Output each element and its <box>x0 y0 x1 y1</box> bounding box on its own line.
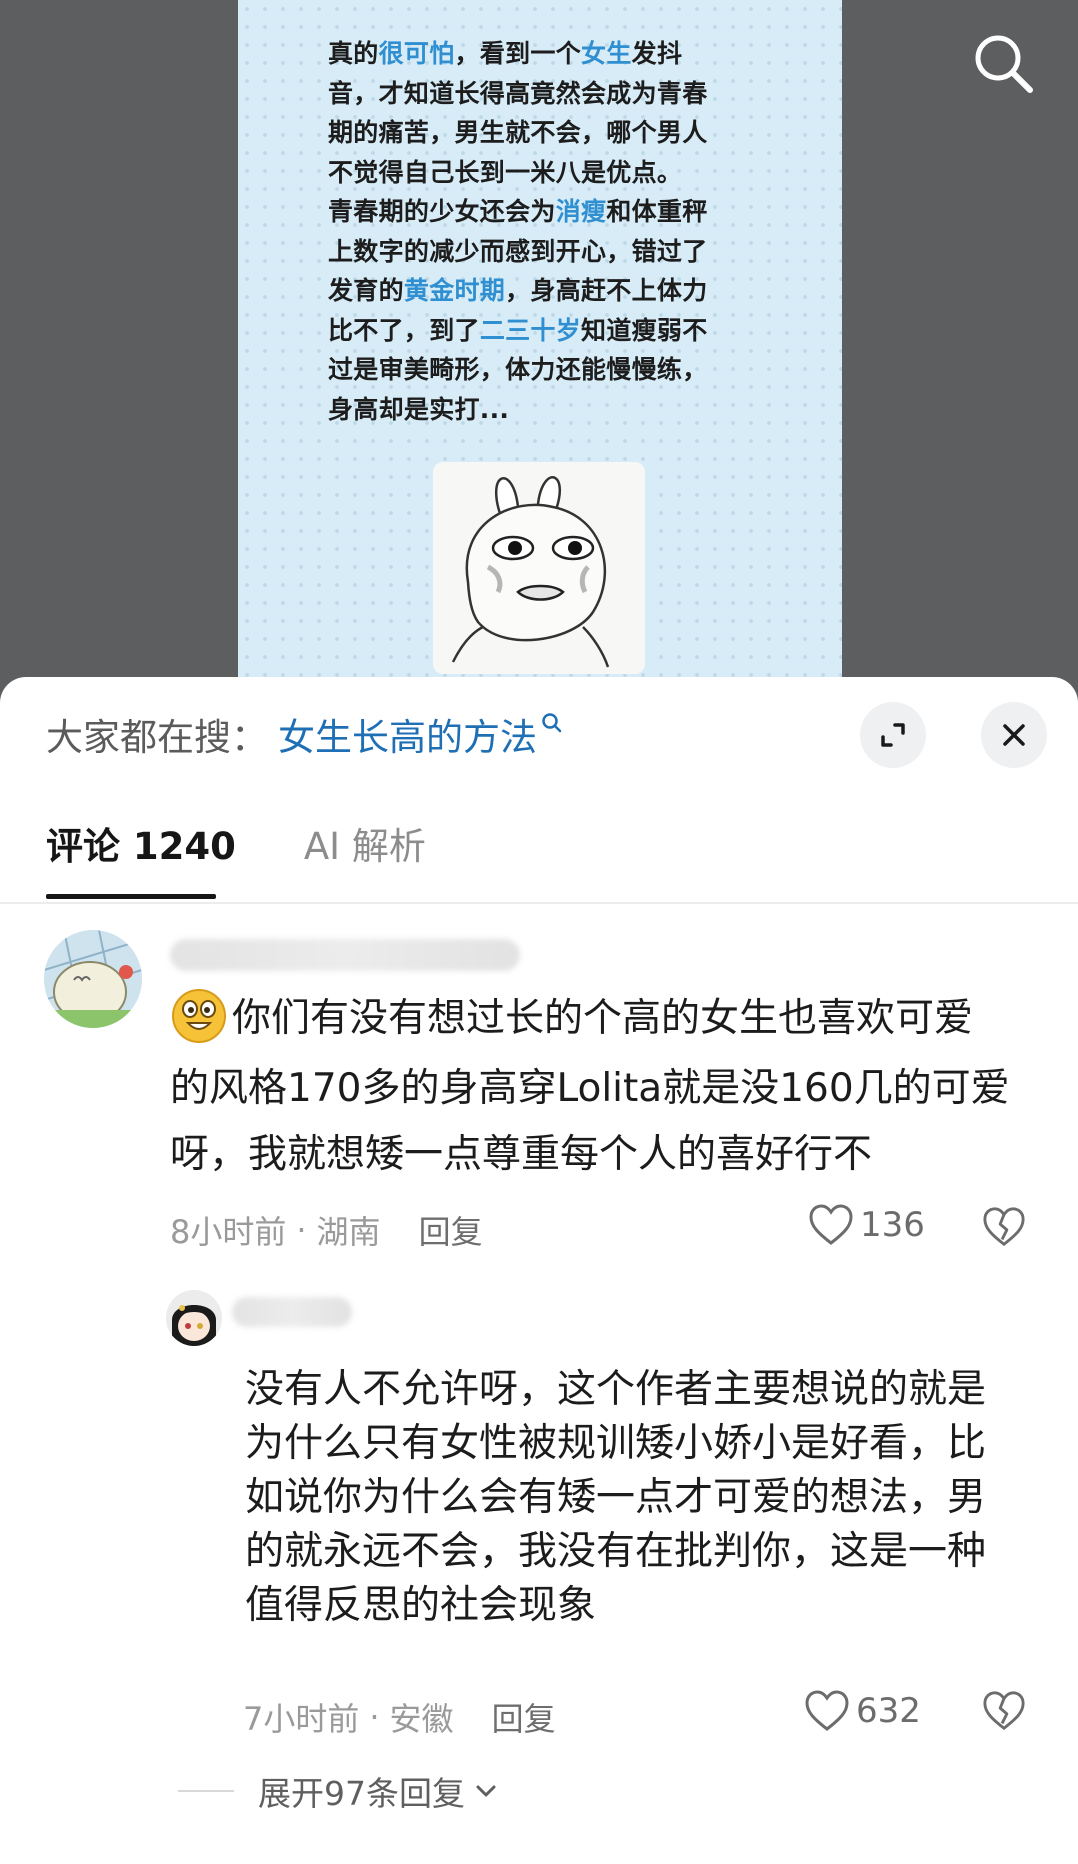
reply-button[interactable]: 回复 <box>419 1207 483 1253</box>
tab-underline <box>46 894 216 899</box>
post-text-segment: 发抖 <box>631 39 683 68</box>
reply-line: 的就永远不会，我没有在批判你，这是一种 <box>245 1529 987 1574</box>
expand-replies-button[interactable]: 展开97条回复 <box>178 1767 501 1815</box>
trending-query[interactable]: 女生长高的方法 <box>278 707 537 761</box>
highlight-keyword[interactable]: 消瘦 <box>556 197 607 226</box>
avatar[interactable] <box>44 930 142 1028</box>
search-icon[interactable] <box>968 28 1038 98</box>
reply-time: 7小时前 <box>243 1700 360 1738</box>
comment-time: 8小时前 <box>170 1213 287 1251</box>
reply-location: 安徽 <box>389 1700 454 1738</box>
grinning-emoji <box>170 987 228 1054</box>
highlight-keyword[interactable]: 很可怕 <box>379 39 455 68</box>
post-text-line: 青春期的少女还会为消瘦和体重秤 <box>328 192 768 232</box>
reply-username[interactable] <box>232 1297 352 1327</box>
reply-avatar[interactable] <box>166 1290 222 1346</box>
post-text-segment: 不觉得自己长到一米八是优点。 <box>328 157 683 187</box>
expand-line <box>178 1790 234 1792</box>
comment-line: 你们有没有想过长的个高的女生也喜欢可爱 <box>170 987 973 1054</box>
divider <box>0 902 1078 904</box>
post-text-line: 不觉得自己长到一米八是优点。 <box>328 153 768 193</box>
comment-location: 湖南 <box>316 1213 381 1251</box>
post-text-line: 比不了，到了二三十岁知道瘦弱不 <box>328 311 768 351</box>
username[interactable] <box>170 939 520 971</box>
reply-line: 值得反思的社会现象 <box>245 1583 597 1628</box>
expand-button[interactable] <box>860 702 926 768</box>
reply-like-button[interactable]: 632 <box>804 1690 921 1732</box>
reply-line: 没有人不允许呀，这个作者主要想说的就是 <box>245 1367 987 1412</box>
post-text-segment: 期的痛苦，男生就不会，哪个男人 <box>328 118 708 147</box>
broken-heart-icon <box>983 1207 1025 1247</box>
reply-line: 如说你为什么会有矮一点才可爱的想法，男 <box>245 1475 987 1520</box>
post-text-segment: 过是审美畸形，体力还能慢慢练， <box>328 355 708 384</box>
tab-comments[interactable]: 评论 1240 <box>46 817 236 899</box>
expand-icon <box>881 723 905 747</box>
reply-meta: 7小时前 · 安徽 回复 <box>243 1694 556 1740</box>
post-text-segment: 知道瘦弱不 <box>581 315 708 345</box>
post-text-segment: 身高却是实打... <box>328 394 510 424</box>
heart-icon <box>805 1690 849 1731</box>
post-text-line: 过是审美畸形，体力还能慢慢练， <box>328 350 768 390</box>
post-text-segment: 青春期的少女还会为 <box>328 197 556 226</box>
post-text-segment: 真的 <box>328 39 379 68</box>
post-text-segment: 发育的 <box>328 276 404 305</box>
expand-replies-label: 展开97条回复 <box>258 1774 465 1813</box>
trending-label: 大家都在搜： <box>46 716 268 759</box>
meta-separator: · <box>369 1698 380 1736</box>
comment-text-3: 呀，我就想矮一点尊重每个人的喜好行不 <box>170 1132 873 1177</box>
highlight-keyword[interactable]: 女生 <box>581 39 632 68</box>
heart-icon <box>809 1204 853 1245</box>
highlight-keyword[interactable]: 黄金时期 <box>404 276 505 305</box>
chevron-down-icon <box>476 1785 496 1797</box>
post-viewer[interactable]: 真的很可怕，看到一个女生发抖音，才知道长得高竟然会成为青春 期的痛苦，男生就不会，… <box>0 0 1078 700</box>
post-text-line: 身高却是实打... <box>328 390 768 430</box>
post-text-line: 发育的黄金时期，身高赶不上体力 <box>328 271 768 311</box>
post-text-segment: 音，才知道长得高竟然会成为青春 <box>328 78 708 108</box>
reply-dislike-button[interactable] <box>982 1690 1026 1736</box>
trending-search[interactable]: 大家都在搜： 女生长高的方法 <box>46 709 563 759</box>
post-text-segment: 比不了，到了 <box>328 315 480 345</box>
post-text-segment: ，看到一个 <box>454 39 582 68</box>
post-text-segment: 和体重秤 <box>606 197 708 226</box>
post-text-line: 上数字的减少而感到开心，错过了 <box>328 232 768 272</box>
dislike-button[interactable] <box>982 1206 1026 1252</box>
comment-sheet: 大家都在搜： 女生长高的方法 评论 1240 AI 解析 你们有没有想过长的个高… <box>0 677 1078 1864</box>
post-text-line: 期的痛苦，男生就不会，哪个男人 <box>328 113 768 153</box>
highlight-keyword[interactable]: 二三十岁 <box>480 316 581 345</box>
comment-tabs: 评论 1240 AI 解析 <box>46 817 494 899</box>
post-text: 真的很可怕，看到一个女生发抖音，才知道长得高竟然会成为青春 期的痛苦，男生就不会，… <box>328 34 768 429</box>
post-text-segment: ，身高赶不上体力 <box>505 276 708 305</box>
reply-text: 没有人不允许呀，这个作者主要想说的就是 为什么只有女性被规训矮小娇小是好看，比 … <box>245 1363 986 1633</box>
post-text-line: 音，才知道长得高竟然会成为青春 <box>328 74 768 114</box>
reply-like-count: 632 <box>856 1691 921 1731</box>
meta-separator: · <box>296 1211 307 1249</box>
close-icon <box>1003 724 1025 746</box>
tab-ai-analysis[interactable]: AI 解析 <box>304 817 426 897</box>
post-text-segment: 上数字的减少而感到开心，错过了 <box>328 236 708 266</box>
comment-text-2: 的风格170多的身高穿Lolita就是没160几的可爱 <box>170 1066 1010 1111</box>
like-button[interactable]: 136 <box>808 1204 925 1246</box>
reply-line: 为什么只有女性被规训矮小娇小是好看，比 <box>245 1421 987 1466</box>
post-image: 真的很可怕，看到一个女生发抖音，才知道长得高竟然会成为青春 期的痛苦，男生就不会，… <box>238 0 842 700</box>
post-text-line: 真的很可怕，看到一个女生发抖 <box>328 34 768 74</box>
comment-text-1: 你们有没有想过长的个高的女生也喜欢可爱 <box>232 996 974 1041</box>
small-search-icon <box>541 712 563 738</box>
broken-heart-icon <box>983 1691 1025 1731</box>
close-button[interactable] <box>981 702 1047 768</box>
bunny-sticker <box>433 462 645 674</box>
like-count: 136 <box>860 1205 925 1245</box>
comment-meta: 8小时前 · 湖南 回复 <box>170 1207 483 1253</box>
tab-comments-label: 评论 1240 <box>46 825 236 868</box>
tab-ai-label: AI 解析 <box>303 825 426 868</box>
reply-reply-button[interactable]: 回复 <box>492 1694 556 1740</box>
